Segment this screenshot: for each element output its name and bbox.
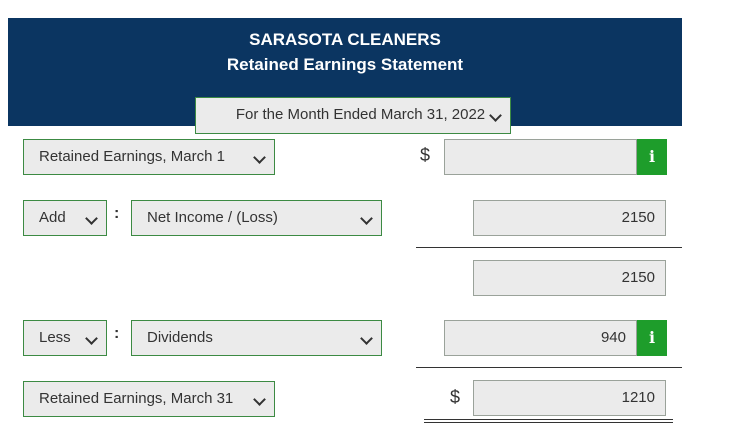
ending-balance-input[interactable]: 1210 [473,380,666,416]
beginning-balance-label: Retained Earnings, March 1 [39,148,225,165]
chevron-down-icon [489,109,502,122]
beginning-balance-select[interactable]: Retained Earnings, March 1 [23,139,275,175]
chevron-down-icon [85,212,98,225]
add-separator: : [114,205,120,222]
beginning-currency-symbol: $ [420,145,431,165]
ending-currency-symbol: $ [450,387,461,407]
add-operator-value: Add [39,209,66,226]
statement-header: SARASOTA CLEANERS Retained Earnings Stat… [8,18,682,134]
info-icon[interactable]: i [637,320,667,356]
add-operator-select[interactable]: Add [23,200,107,236]
info-icon[interactable]: i [637,139,667,175]
dividends-select[interactable]: Dividends [131,320,382,356]
chevron-down-icon [85,332,98,345]
double-rule-top [424,419,673,420]
ending-rule [416,367,682,368]
subtotal-input[interactable]: 2150 [473,260,666,296]
statement-title: Retained Earnings Statement [226,55,464,74]
period-select[interactable]: For the Month Ended March 31, 2022 [195,97,511,134]
less-operator-value: Less [39,329,71,346]
chevron-down-icon [253,393,266,406]
company-name: SARASOTA CLEANERS [249,30,441,49]
net-income-label: Net Income / (Loss) [147,209,278,226]
less-separator: : [114,325,120,342]
subtotal-rule [416,247,682,248]
net-income-input[interactable]: 2150 [473,200,666,236]
chevron-down-icon [253,151,266,164]
period-select-value: For the Month Ended March 31, 2022 [235,106,486,123]
beginning-balance-input[interactable] [444,139,637,175]
net-income-select[interactable]: Net Income / (Loss) [131,200,382,236]
ending-balance-label: Retained Earnings, March 31 [39,390,234,407]
dividends-input[interactable]: 940 [444,320,637,356]
chevron-down-icon [360,212,373,225]
chevron-down-icon [360,332,373,345]
less-operator-select[interactable]: Less [23,320,107,356]
double-rule-bottom [424,422,673,423]
ending-balance-select[interactable]: Retained Earnings, March 31 [23,381,275,417]
dividends-label: Dividends [147,329,213,346]
